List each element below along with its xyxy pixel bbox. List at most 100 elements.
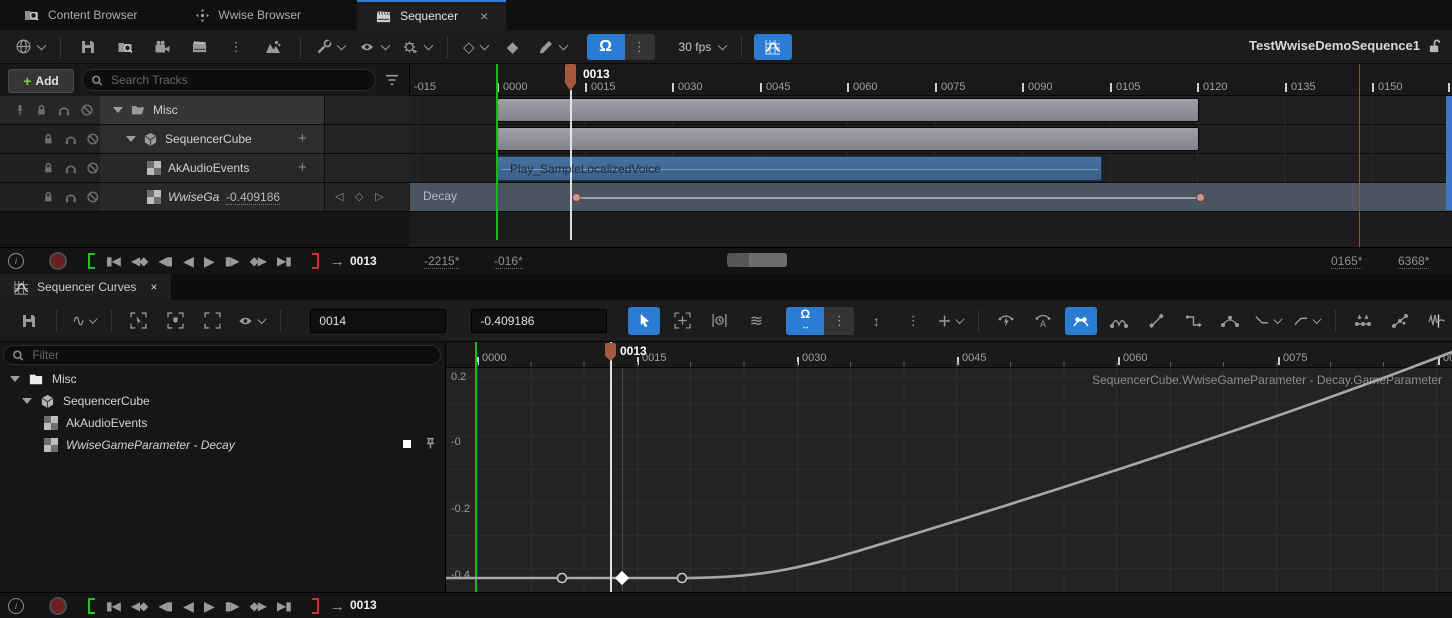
- tangent-weighted-button[interactable]: [1215, 308, 1245, 334]
- info-icon[interactable]: i: [8, 598, 24, 614]
- misc-range-bar[interactable]: [497, 98, 1199, 122]
- to-end-button[interactable]: ▶▮: [277, 599, 291, 613]
- solo-headphones-icon[interactable]: [64, 161, 78, 175]
- edit-options-dropdown-button[interactable]: [535, 34, 570, 60]
- search-tracks-input[interactable]: [109, 72, 367, 88]
- lock-icon[interactable]: [35, 103, 48, 117]
- add-section-icon[interactable]: +: [298, 130, 307, 147]
- step-forward-button[interactable]: ▮▶: [225, 599, 239, 613]
- tangent-user-button[interactable]: [1065, 307, 1097, 335]
- add-track-button[interactable]: + Add: [8, 69, 74, 93]
- add-key-icon[interactable]: ◇: [355, 190, 369, 203]
- next-key-icon[interactable]: ▷: [375, 190, 389, 203]
- play-reverse-button[interactable]: ◀: [183, 598, 193, 615]
- close-tab-icon[interactable]: ×: [480, 8, 488, 24]
- expand-arrow-icon[interactable]: [126, 136, 136, 142]
- tab-sequencer-curves[interactable]: Sequencer Curves ×: [0, 274, 171, 300]
- play-reverse-button[interactable]: ◀: [183, 253, 193, 270]
- set-start-bracket[interactable]: [88, 253, 95, 269]
- parameter-value-field[interactable]: -0.409186: [226, 190, 280, 205]
- camera-button[interactable]: [147, 34, 177, 60]
- save-button[interactable]: [73, 34, 103, 60]
- frame-selection-button[interactable]: [124, 308, 154, 334]
- tab-wwise-browser[interactable]: Wwise Browser: [177, 0, 319, 30]
- fps-dropdown-button[interactable]: 30 fps: [674, 34, 730, 60]
- record-button[interactable]: [49, 252, 67, 270]
- tangent-break-button[interactable]: [1104, 308, 1134, 334]
- key-frame-input[interactable]: [310, 309, 446, 333]
- solo-headphones-icon[interactable]: [64, 132, 78, 146]
- set-end-bracket[interactable]: [312, 253, 319, 269]
- tab-content-browser[interactable]: Content Browser: [6, 0, 155, 30]
- keyframe-point-selected[interactable]: [615, 571, 629, 585]
- lock-icon[interactable]: [42, 161, 55, 175]
- tangent-linear-button[interactable]: [1141, 308, 1171, 334]
- set-start-bracket[interactable]: [88, 598, 95, 614]
- transform-tool-button[interactable]: [667, 308, 697, 334]
- step-forward-button[interactable]: ▮▶: [225, 254, 239, 268]
- playback-end-line[interactable]: [1359, 64, 1360, 247]
- snap-settings-button[interactable]: ⋮: [898, 308, 928, 334]
- current-frame-display[interactable]: 0013: [350, 598, 377, 612]
- world-dropdown-button[interactable]: [12, 34, 48, 60]
- auto-key-button[interactable]: ◆: [498, 34, 528, 60]
- curves-tree-sequencercube[interactable]: SequencerCube: [0, 390, 467, 412]
- solo-headphones-icon[interactable]: [64, 190, 78, 204]
- tangent-smart-auto-button[interactable]: A: [1028, 308, 1058, 334]
- time-snap-toggle-button[interactable]: Ω ↔: [786, 307, 824, 335]
- unlock-icon[interactable]: [1427, 39, 1442, 54]
- step-back-button[interactable]: ◀▮: [158, 254, 172, 268]
- pin-curve-icon[interactable]: [424, 436, 437, 451]
- curve-color-swatch[interactable]: [403, 440, 411, 448]
- view-range-start[interactable]: -016*: [494, 254, 523, 269]
- render-movie-button[interactable]: [184, 34, 214, 60]
- expand-arrow-icon[interactable]: [10, 376, 20, 382]
- info-icon[interactable]: i: [8, 253, 24, 269]
- pre-infinity-dropdown-button[interactable]: [1252, 308, 1284, 334]
- actor-sequence-button[interactable]: [258, 34, 288, 60]
- next-key-button[interactable]: ◆▶: [250, 599, 266, 613]
- frame-all-button[interactable]: [198, 308, 228, 334]
- track-row-sequencercube[interactable]: SequencerCube +: [0, 125, 409, 154]
- prev-key-button[interactable]: ◀◆: [131, 254, 147, 268]
- sequencercube-range-bar[interactable]: [497, 127, 1199, 151]
- select-tool-button[interactable]: [628, 307, 660, 335]
- decay-curve[interactable]: [446, 342, 1452, 592]
- prev-key-icon[interactable]: ◁: [335, 190, 349, 203]
- add-section-icon[interactable]: +: [298, 159, 307, 176]
- multi-select-tool-button[interactable]: ≋: [741, 308, 771, 334]
- set-end-bracket[interactable]: [312, 598, 319, 614]
- keyframe-dot[interactable]: [572, 193, 581, 202]
- mute-ban-icon[interactable]: [86, 132, 100, 146]
- decay-parameter-row[interactable]: Decay: [410, 183, 1452, 212]
- curves-tree-wwise-decay[interactable]: WwiseGameParameter - Decay: [0, 434, 489, 456]
- filter-curves-button[interactable]: [1422, 308, 1452, 334]
- frame-keys-button[interactable]: [161, 308, 191, 334]
- curve-editor-toggle-button[interactable]: [754, 34, 792, 60]
- track-row-akaudioevents[interactable]: AkAudioEvents +: [0, 154, 409, 183]
- mute-ban-icon[interactable]: [80, 103, 94, 117]
- track-row-wwisegameparameter[interactable]: WwiseGameParameter -0.409186 ◁ ◇ ▷: [0, 183, 409, 212]
- play-button[interactable]: ▶: [204, 253, 214, 270]
- pin-icon[interactable]: [14, 103, 26, 117]
- lock-icon[interactable]: [42, 132, 55, 146]
- filter-tracks-icon[interactable]: [385, 74, 399, 86]
- prev-key-button[interactable]: ◀◆: [131, 599, 147, 613]
- working-range-start[interactable]: -2215*: [424, 254, 459, 269]
- step-back-button[interactable]: ◀▮: [158, 599, 172, 613]
- post-infinity-dropdown-button[interactable]: [1291, 308, 1323, 334]
- keyframe-options-dropdown-button[interactable]: ◇: [460, 34, 491, 60]
- tangent-auto-button[interactable]: [991, 308, 1021, 334]
- axis-lock-dropdown-button[interactable]: [935, 308, 966, 334]
- browse-sequence-button[interactable]: [110, 34, 140, 60]
- solo-headphones-icon[interactable]: [57, 103, 71, 117]
- timeline-scrollbar-thumb[interactable]: [727, 253, 787, 267]
- retime-tool-button[interactable]: [704, 308, 734, 334]
- key-value-input[interactable]: [471, 309, 607, 333]
- straighten-tangents-button[interactable]: [1385, 308, 1415, 334]
- snap-options-button[interactable]: ⋮: [625, 34, 655, 60]
- mute-ban-icon[interactable]: [86, 190, 100, 204]
- save-curves-button[interactable]: [14, 308, 44, 334]
- record-button[interactable]: [49, 597, 67, 615]
- next-key-button[interactable]: ◆▶: [250, 254, 266, 268]
